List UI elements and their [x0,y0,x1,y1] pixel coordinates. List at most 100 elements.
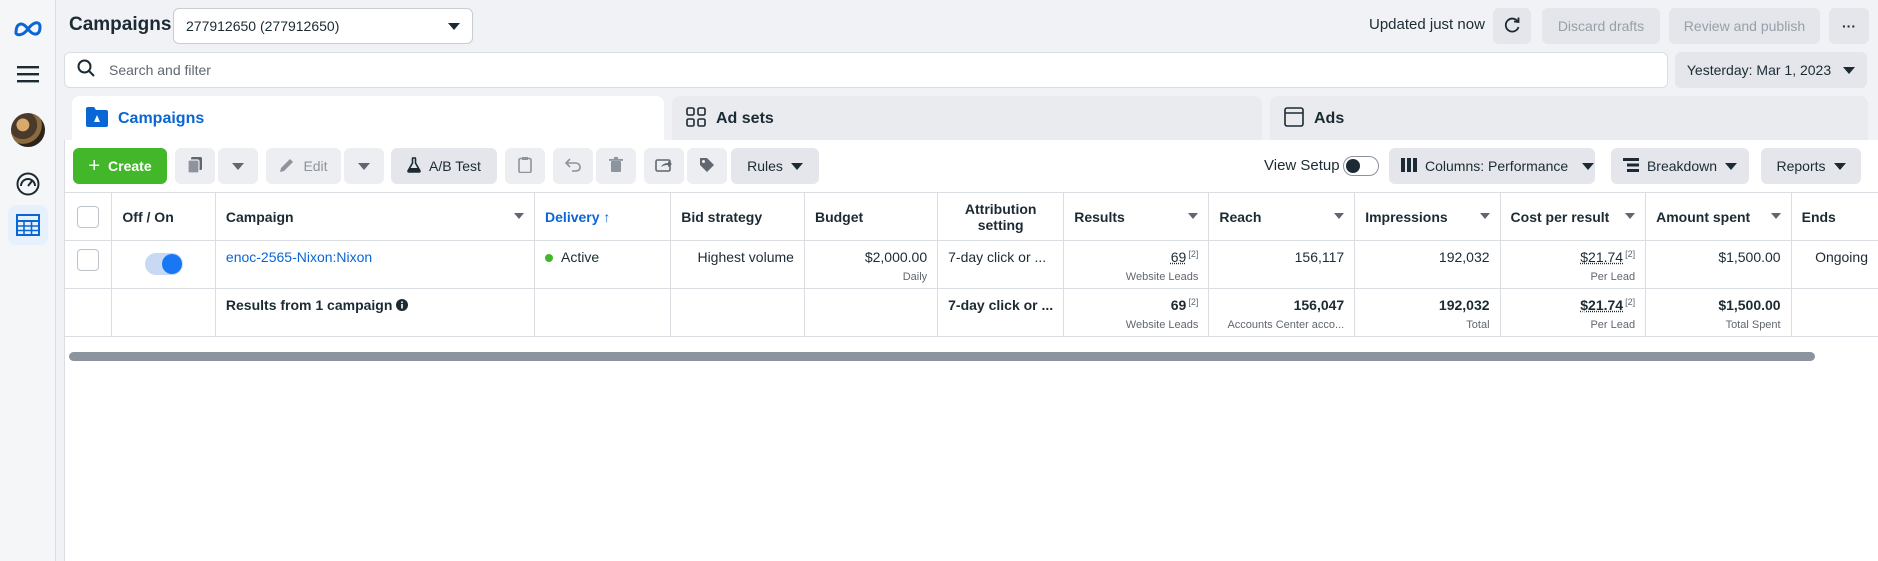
header-delivery[interactable]: Delivery ↑ [535,193,671,241]
tag-button[interactable] [687,148,727,184]
clipboard-button[interactable] [505,148,545,184]
dashboard-gauge-icon[interactable] [8,164,48,204]
cost-per-result-cell: $21.74 [2] Per Lead [1500,241,1646,289]
pencil-icon [279,157,295,176]
header-impressions[interactable]: Impressions [1355,193,1500,241]
amount-spent-cell: $1,500.00 [1646,241,1792,289]
top-bar: Campaigns 277912650 (277912650) Updated … [56,0,1878,52]
header-cost-per-result[interactable]: Cost per result [1500,193,1646,241]
campaign-on-off-toggle[interactable] [145,253,183,275]
header-campaign[interactable]: Campaign [215,193,534,241]
columns-button[interactable]: Columns: Performance [1389,148,1595,184]
ads-manager-table-icon[interactable] [8,205,48,245]
table-header-row: Off / On Campaign Delivery ↑ Bid strateg… [65,193,1878,241]
avatar[interactable] [8,110,48,150]
summary-reach-cell: 156,047 Accounts Center acco... [1209,289,1355,337]
breakdown-button[interactable]: Breakdown [1611,148,1749,184]
summary-results-cell: 69 [2] Website Leads [1064,289,1209,337]
refresh-button[interactable] [1493,8,1531,44]
summary-results-type: Website Leads [1074,319,1198,331]
header-attribution-setting[interactable]: Attribution setting [938,193,1064,241]
header-impressions-label: Impressions [1365,209,1447,225]
columns-button-label: Columns: Performance [1425,158,1568,174]
tab-ads-label: Ads [1314,110,1344,128]
summary-spent-type: Total Spent [1656,319,1781,331]
edit-dropdown-button[interactable] [344,148,384,184]
date-range-picker[interactable]: Yesterday: Mar 1, 2023 [1675,52,1867,88]
summary-impressions-cell: 192,032 Total [1355,289,1500,337]
duplicate-dropdown-button[interactable] [218,148,258,184]
chevron-down-icon [791,158,803,174]
share-icon [655,157,673,176]
tab-ads[interactable]: Ads [1270,96,1868,142]
budget-type: Daily [815,271,927,283]
select-all-header [65,193,112,241]
summary-cost-cell: $21.74 [2] Per Lead [1500,289,1646,337]
impressions-cell: 192,032 [1355,241,1500,289]
header-amount-spent[interactable]: Amount spent [1646,193,1792,241]
ab-test-button[interactable]: A/B Test [391,148,497,184]
share-preview-button[interactable] [644,148,684,184]
more-options-button[interactable]: ··· [1829,8,1869,44]
tab-ad-sets[interactable]: Ad sets [672,96,1262,142]
search-input[interactable] [109,62,1509,78]
ad-window-icon [1284,107,1304,132]
select-all-checkbox[interactable] [77,206,99,228]
chevron-down-icon [1843,62,1855,78]
budget-value: $2,000.00 [815,249,927,265]
summary-results-footnote: [2] [1188,297,1198,307]
header-ends[interactable]: Ends [1791,193,1878,241]
header-budget[interactable]: Budget [804,193,937,241]
rules-button[interactable]: Rules [731,148,819,184]
grid-icon [686,107,706,132]
summary-reach-type: Accounts Center acco... [1219,319,1344,331]
review-and-publish-button[interactable]: Review and publish [1669,8,1820,44]
header-results[interactable]: Results [1064,193,1209,241]
tab-campaigns[interactable]: Campaigns [72,96,664,142]
header-delivery-label: Delivery ↑ [545,209,610,225]
header-reach[interactable]: Reach [1209,193,1355,241]
results-footnote: [2] [1188,249,1198,259]
budget-cell[interactable]: $2,000.00 Daily [804,241,937,289]
plus-icon: + [88,155,100,178]
page-title: Campaigns [69,14,171,36]
results-cell: 69 [2] Website Leads [1064,241,1209,289]
campaign-name-link[interactable]: enoc-2565-Nixon:Nixon [226,249,372,265]
updated-status: Updated just now [1369,16,1485,33]
sort-caret-icon [514,213,524,219]
horizontal-scrollbar[interactable] [69,352,1815,361]
summary-label: Results from 1 campaign [226,297,393,313]
discard-drafts-button[interactable]: Discard drafts [1542,8,1660,44]
header-off-on: Off / On [112,193,215,241]
row-checkbox[interactable] [77,249,99,271]
table-row[interactable]: enoc-2565-Nixon:Nixon Active Highest vol… [65,241,1878,289]
date-range-label: Yesterday: Mar 1, 2023 [1687,62,1831,78]
info-icon[interactable] [396,297,408,313]
trash-icon [609,157,623,176]
campaign-name-cell: enoc-2565-Nixon:Nixon [215,241,534,289]
rules-button-label: Rules [747,158,783,174]
menu-icon[interactable] [8,54,48,94]
ends-cell: Ongoing [1791,241,1878,289]
summary-cost-type: Per Lead [1511,319,1636,331]
header-reach-label: Reach [1219,209,1261,225]
header-bid-strategy[interactable]: Bid strategy [671,193,805,241]
edit-button[interactable]: Edit [266,148,341,184]
duplicate-button[interactable] [175,148,215,184]
create-button[interactable]: + Create [73,148,167,184]
account-selector[interactable]: 277912650 (277912650) [173,8,473,44]
summary-impressions-type: Total [1365,319,1489,331]
summary-impressions-value: 192,032 [1365,297,1489,313]
search-and-filter-bar[interactable] [64,52,1668,88]
delete-button[interactable] [596,148,636,184]
refresh-icon [1503,16,1521,37]
view-setup-toggle[interactable] [1343,156,1379,176]
meta-logo-icon[interactable] [8,8,48,48]
ab-test-button-label: A/B Test [429,158,481,174]
delivery-status: Active [561,249,599,265]
reports-button[interactable]: Reports [1761,148,1861,184]
chevron-down-icon [232,158,244,174]
row-toggle-cell [112,241,215,289]
undo-button[interactable] [553,148,593,184]
summary-cost-value: $21.74 [1580,297,1623,313]
